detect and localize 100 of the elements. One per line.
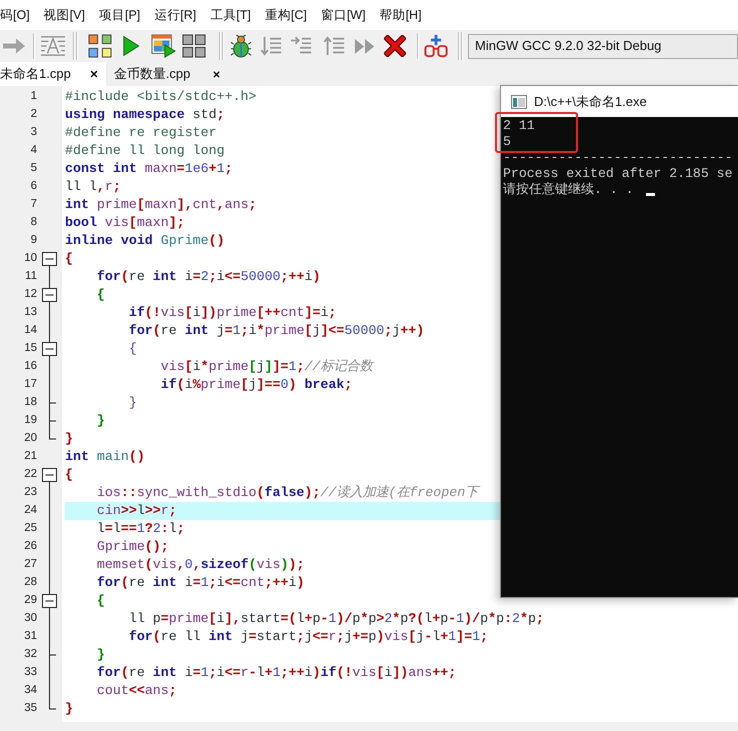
line-number: 3 xyxy=(30,125,37,140)
code-line: } xyxy=(65,701,73,716)
menu-item[interactable]: 视图[V] xyxy=(44,6,85,24)
line-number: 34 xyxy=(24,683,37,698)
console-title: D:\c++\未命名1.exe xyxy=(534,92,647,111)
code-line: #include <bits/stdc++.h> xyxy=(65,89,257,104)
code-line: ll l,r; xyxy=(65,179,121,194)
code-line: #define re register xyxy=(65,125,217,140)
code-line: l=l==1?2:l; xyxy=(96,521,185,536)
line-number: 4 xyxy=(30,143,37,158)
console-line: ----------------------------- xyxy=(503,150,732,166)
code-line: cout<<ans; xyxy=(96,683,177,698)
line-number: 13 xyxy=(24,305,37,320)
line-number: 23 xyxy=(24,485,37,500)
line-number: 32 xyxy=(24,647,37,662)
compiler-select[interactable]: MinGW GCC 9.2.0 32-bit Debug xyxy=(468,34,738,58)
code-line: { xyxy=(65,251,73,266)
code-line: } xyxy=(128,395,137,410)
close-icon[interactable] xyxy=(88,69,99,79)
line-number: 18 xyxy=(24,395,37,410)
collapse-icon[interactable] xyxy=(42,342,57,356)
console-line: 请按任意键继续. . . xyxy=(503,182,634,198)
cross-icon[interactable] xyxy=(384,35,406,57)
code-line: } xyxy=(96,647,105,662)
menu-item[interactable]: 帮助[H] xyxy=(380,6,422,24)
line-number: 30 xyxy=(24,611,37,626)
editor-tab[interactable]: 未命名1.cpp xyxy=(0,62,106,86)
window-icon xyxy=(511,94,527,108)
menu-item[interactable]: 码[O] xyxy=(0,6,30,24)
code-line: ll p=prime[i],start=(l+p-1)/p*p>2*p?(l+p-1)/p*p:2*p; xyxy=(128,611,544,626)
code-line: for(re int i=1;i<=cnt;++i) xyxy=(96,575,304,590)
collapse-icon[interactable] xyxy=(42,252,57,266)
line-number: 1 xyxy=(30,89,37,104)
line-number: 6 xyxy=(30,179,37,194)
bug-icon[interactable] xyxy=(230,34,252,58)
code-line: int prime[maxn],cnt,ans; xyxy=(65,197,257,212)
code-line: for(re ll int j=start;j<=r;j+=p)vis[j-l+1]=1; xyxy=(128,629,488,644)
code-line: { xyxy=(96,287,105,302)
line-number: 14 xyxy=(24,323,37,338)
close-icon[interactable] xyxy=(212,70,222,78)
line-number: 12 xyxy=(24,287,37,302)
line-number: 9 xyxy=(30,233,37,248)
line-number: 28 xyxy=(24,575,37,590)
code-line: using namespace std; xyxy=(65,107,225,122)
line-number: 26 xyxy=(24,539,37,554)
code-line: for(re int i=1;i<=r-l+1;++i)if(!vis[i])ans++; xyxy=(96,665,456,680)
cursor-icon xyxy=(646,193,655,196)
console-line: 2 11 xyxy=(503,118,535,134)
window-play-icon[interactable] xyxy=(150,34,176,58)
collapse-icon[interactable] xyxy=(42,288,57,302)
line-number: 5 xyxy=(30,161,37,176)
code-line: { xyxy=(96,593,105,608)
line-number: 35 xyxy=(24,701,37,716)
code-line: bool vis[maxn]; xyxy=(65,215,185,230)
line-number: 33 xyxy=(24,665,37,680)
code-line: { xyxy=(128,341,137,356)
code-line: memset(vis,0,sizeof(vis)); xyxy=(96,557,304,572)
line-number: 27 xyxy=(24,557,37,572)
console-line: 5 xyxy=(503,134,511,150)
line-number: 25 xyxy=(24,521,37,536)
menu-item[interactable]: 工具[T] xyxy=(210,6,251,24)
code-line: ios::sync_with_stdio(false);//读入加速(在freopen下 xyxy=(96,485,478,500)
code-line: } xyxy=(65,431,73,446)
line-number: 24 xyxy=(24,503,37,518)
play-icon[interactable] xyxy=(122,35,140,57)
code-line: for(re int j=1;i*prime[j]<=50000;j++) xyxy=(128,323,424,338)
line-number: 22 xyxy=(24,467,37,482)
collapse-icon[interactable] xyxy=(42,594,57,608)
line-number: 8 xyxy=(30,215,37,230)
line-number: 16 xyxy=(24,359,37,374)
line-number: 7 xyxy=(30,197,37,212)
code-line: cin>>l>>r; xyxy=(96,503,177,518)
line-number: 17 xyxy=(24,377,37,392)
line-number: 21 xyxy=(24,449,37,464)
code-line: vis[i*prime[j]]=1;//标记合数 xyxy=(160,359,372,374)
console-line: Process exited after 2.185 se xyxy=(503,166,732,182)
code-line: if(!vis[i])prime[++cnt]=i; xyxy=(128,305,336,320)
code-line: inline void Gprime() xyxy=(65,233,225,248)
code-line: Gprime(); xyxy=(96,539,169,554)
code-line: const int maxn=1e6+1; xyxy=(65,161,233,176)
menu-item[interactable]: 项目[P] xyxy=(98,6,140,24)
grid-icon[interactable] xyxy=(182,34,206,58)
code-line: for(re int i=2;i<=50000;++i) xyxy=(96,269,320,284)
glasses-icon[interactable] xyxy=(424,34,448,58)
menu-item[interactable]: 窗口[W] xyxy=(320,6,366,24)
line-number: 2 xyxy=(30,107,37,122)
code-line: } xyxy=(96,413,105,428)
editor-tab[interactable]: 金币数量.cpp xyxy=(106,62,230,86)
menu-item[interactable]: 运行[R] xyxy=(154,6,196,24)
menu-item[interactable]: 重构[C] xyxy=(264,6,307,24)
line-number: 15 xyxy=(24,341,37,356)
line-number: 20 xyxy=(24,431,37,446)
four-squares-icon[interactable] xyxy=(88,34,112,58)
line-number: 11 xyxy=(25,269,37,284)
code-line: { xyxy=(65,467,73,482)
code-line: #define ll long long xyxy=(65,143,225,158)
line-number: 31 xyxy=(24,629,37,644)
collapse-icon[interactable] xyxy=(42,468,57,482)
text-format-icon[interactable] xyxy=(40,35,66,57)
code-line: int main() xyxy=(65,449,145,464)
